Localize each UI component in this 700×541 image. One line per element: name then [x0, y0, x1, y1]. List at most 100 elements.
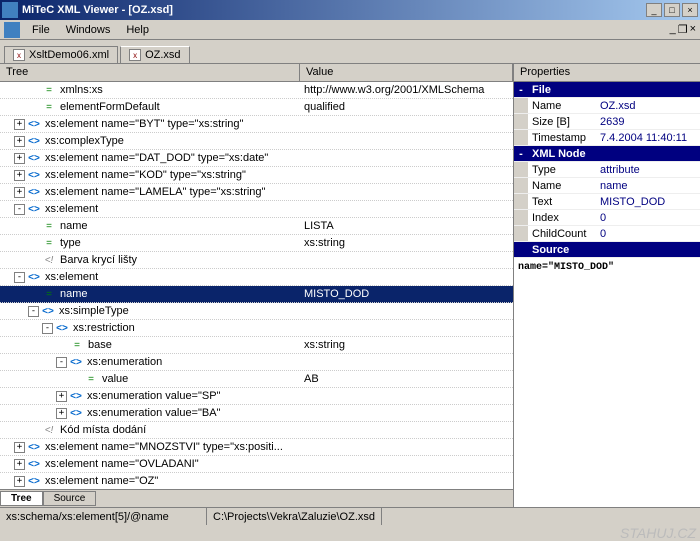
expander-icon[interactable]: + — [14, 170, 25, 181]
expander-icon[interactable]: - — [14, 204, 25, 215]
prop-key: ChildCount — [528, 228, 598, 240]
tree-row[interactable]: <!Kód místa dodání — [0, 422, 513, 439]
node-label: xs:element name="LAMELA" type="xs:string… — [45, 186, 265, 198]
status-filepath: C:\Projects\Vekra\Zaluzie\OZ.xsd — [207, 508, 382, 525]
menu-file[interactable]: File — [24, 22, 58, 38]
tree-row[interactable]: +<>xs:complexType — [0, 133, 513, 150]
tree-row[interactable]: =elementFormDefaultqualified — [0, 99, 513, 116]
elem-node-icon: <> — [27, 475, 41, 487]
view-tab-tree[interactable]: Tree — [0, 491, 43, 506]
node-label: Kód místa dodání — [60, 424, 146, 436]
expander-icon[interactable]: + — [14, 153, 25, 164]
prop-section[interactable]: -XML Node — [514, 146, 700, 162]
expander-icon[interactable]: + — [14, 187, 25, 198]
tree-row[interactable]: -<>xs:restriction — [0, 320, 513, 337]
tree-row[interactable]: +<>xs:enumeration value="SP" — [0, 388, 513, 405]
tree-row[interactable]: +<> xs:element name="KOD" type="xs:string… — [0, 167, 513, 184]
expander-icon[interactable]: + — [14, 119, 25, 130]
expander-icon[interactable]: - — [42, 323, 53, 334]
tree-row[interactable]: =nameMISTO_DOD — [0, 286, 513, 303]
tree-row[interactable]: =basexs:string — [0, 337, 513, 354]
expander-icon[interactable]: + — [56, 391, 67, 402]
node-label: xs:element name="BYT" type="xs:string" — [45, 118, 243, 130]
prop-row[interactable]: Size [B]2639 — [514, 114, 700, 130]
elem-node-icon: <> — [27, 152, 41, 164]
elem-node-icon: <> — [27, 271, 41, 283]
prop-row[interactable]: ChildCount0 — [514, 226, 700, 242]
expander-icon[interactable]: - — [28, 306, 39, 317]
section-toggle-icon[interactable]: - — [514, 146, 528, 161]
node-label: xs:restriction — [73, 322, 135, 334]
tab-ozxsd[interactable]: x OZ.xsd — [120, 46, 189, 63]
maximize-button[interactable]: □ — [664, 3, 680, 17]
elem-node-icon: <> — [69, 407, 83, 419]
prop-section[interactable]: Source — [514, 242, 700, 258]
prop-row[interactable]: Typeattribute — [514, 162, 700, 178]
node-label: name — [60, 220, 88, 232]
elem-node-icon: <> — [27, 458, 41, 470]
tree-row[interactable]: -<>xs:element — [0, 269, 513, 286]
workspace: Tree Value =xmlns:xshttp://www.w3.org/20… — [0, 64, 700, 507]
menu-windows[interactable]: Windows — [58, 22, 119, 38]
node-value: xs:string — [300, 339, 513, 351]
expander-icon[interactable]: + — [14, 136, 25, 147]
app-icon — [2, 2, 18, 18]
node-label: xs:element name="KOD" type="xs:string" — [45, 169, 246, 181]
tree-row[interactable]: +<>xs:element name="DAT_DOD" type="xs:da… — [0, 150, 513, 167]
mdi-minimize-button[interactable]: _ — [670, 23, 676, 36]
expander-icon[interactable]: + — [14, 476, 25, 487]
mdi-restore-button[interactable]: ❐ — [678, 23, 688, 36]
tree-row[interactable]: -<>xs:simpleType — [0, 303, 513, 320]
prop-row[interactable]: Timestamp7.4.2004 11:40:11 — [514, 130, 700, 146]
expander-icon[interactable]: + — [14, 442, 25, 453]
expander-icon[interactable]: - — [56, 357, 67, 368]
tree-row[interactable]: +<>xs:element name="OZ" — [0, 473, 513, 489]
cmt-node-icon: <! — [42, 254, 56, 266]
attr-node-icon: = — [84, 373, 98, 385]
tree-row[interactable]: +<>xs:element name="MNOZSTVI" type="xs:p… — [0, 439, 513, 456]
section-label: File — [528, 84, 598, 96]
elem-node-icon: <> — [27, 169, 41, 181]
close-button[interactable]: × — [682, 3, 698, 17]
prop-row[interactable]: NameOZ.xsd — [514, 98, 700, 114]
prop-key: Name — [528, 180, 598, 192]
attr-node-icon: = — [42, 220, 56, 232]
tree-row[interactable]: <!Barva krycí lišty — [0, 252, 513, 269]
prop-row[interactable]: Index0 — [514, 210, 700, 226]
expander-icon[interactable]: + — [56, 408, 67, 419]
prop-section[interactable]: -File — [514, 82, 700, 98]
section-toggle-icon[interactable] — [514, 242, 528, 257]
tree-row[interactable]: -<>xs:enumeration — [0, 354, 513, 371]
tree-row[interactable]: +<> xs:element name="OVLADANI" — [0, 456, 513, 473]
tree-row[interactable]: -<>xs:element — [0, 201, 513, 218]
tree-row[interactable]: =typexs:string — [0, 235, 513, 252]
tree-row[interactable]: +<> xs:element name="LAMELA" type="xs:str… — [0, 184, 513, 201]
view-tab-source[interactable]: Source — [43, 491, 97, 506]
col-value[interactable]: Value — [300, 64, 513, 81]
prop-row[interactable]: Namename — [514, 178, 700, 194]
node-label: xs:enumeration value="SP" — [87, 390, 220, 402]
expander-icon[interactable]: + — [14, 459, 25, 470]
status-bar: xs:schema/xs:element[5]/@name C:\Project… — [0, 507, 700, 525]
prop-row[interactable]: TextMISTO_DOD — [514, 194, 700, 210]
tree-body[interactable]: =xmlns:xshttp://www.w3.org/2001/XMLSchem… — [0, 82, 513, 489]
node-label: xs:element name="OVLADANI" — [45, 458, 199, 470]
prop-key: Type — [528, 164, 598, 176]
section-toggle-icon[interactable]: - — [514, 82, 528, 97]
mdi-close-button[interactable]: × — [690, 23, 696, 36]
properties-grid[interactable]: -FileNameOZ.xsdSize [B]2639Timestamp7.4.… — [514, 82, 700, 507]
minimize-button[interactable]: _ — [646, 3, 662, 17]
tree-row[interactable]: =valueAB — [0, 371, 513, 388]
tree-row[interactable]: =xmlns:xshttp://www.w3.org/2001/XMLSchem… — [0, 82, 513, 99]
tab-xsltdemo[interactable]: x XsltDemo06.xml — [4, 46, 118, 63]
title-bar: MiTeC XML Viewer - [OZ.xsd] _ □ × — [0, 0, 700, 20]
tree-row[interactable]: =nameLISTA — [0, 218, 513, 235]
node-value: http://www.w3.org/2001/XMLSchema — [300, 84, 513, 96]
col-tree[interactable]: Tree — [0, 64, 300, 81]
expander-icon[interactable]: - — [14, 272, 25, 283]
node-label: elementFormDefault — [60, 101, 160, 113]
tree-row[interactable]: +<>xs:element name="BYT" type="xs:string… — [0, 116, 513, 133]
elem-node-icon: <> — [27, 186, 41, 198]
tree-row[interactable]: +<>xs:enumeration value="BA" — [0, 405, 513, 422]
menu-help[interactable]: Help — [118, 22, 157, 38]
